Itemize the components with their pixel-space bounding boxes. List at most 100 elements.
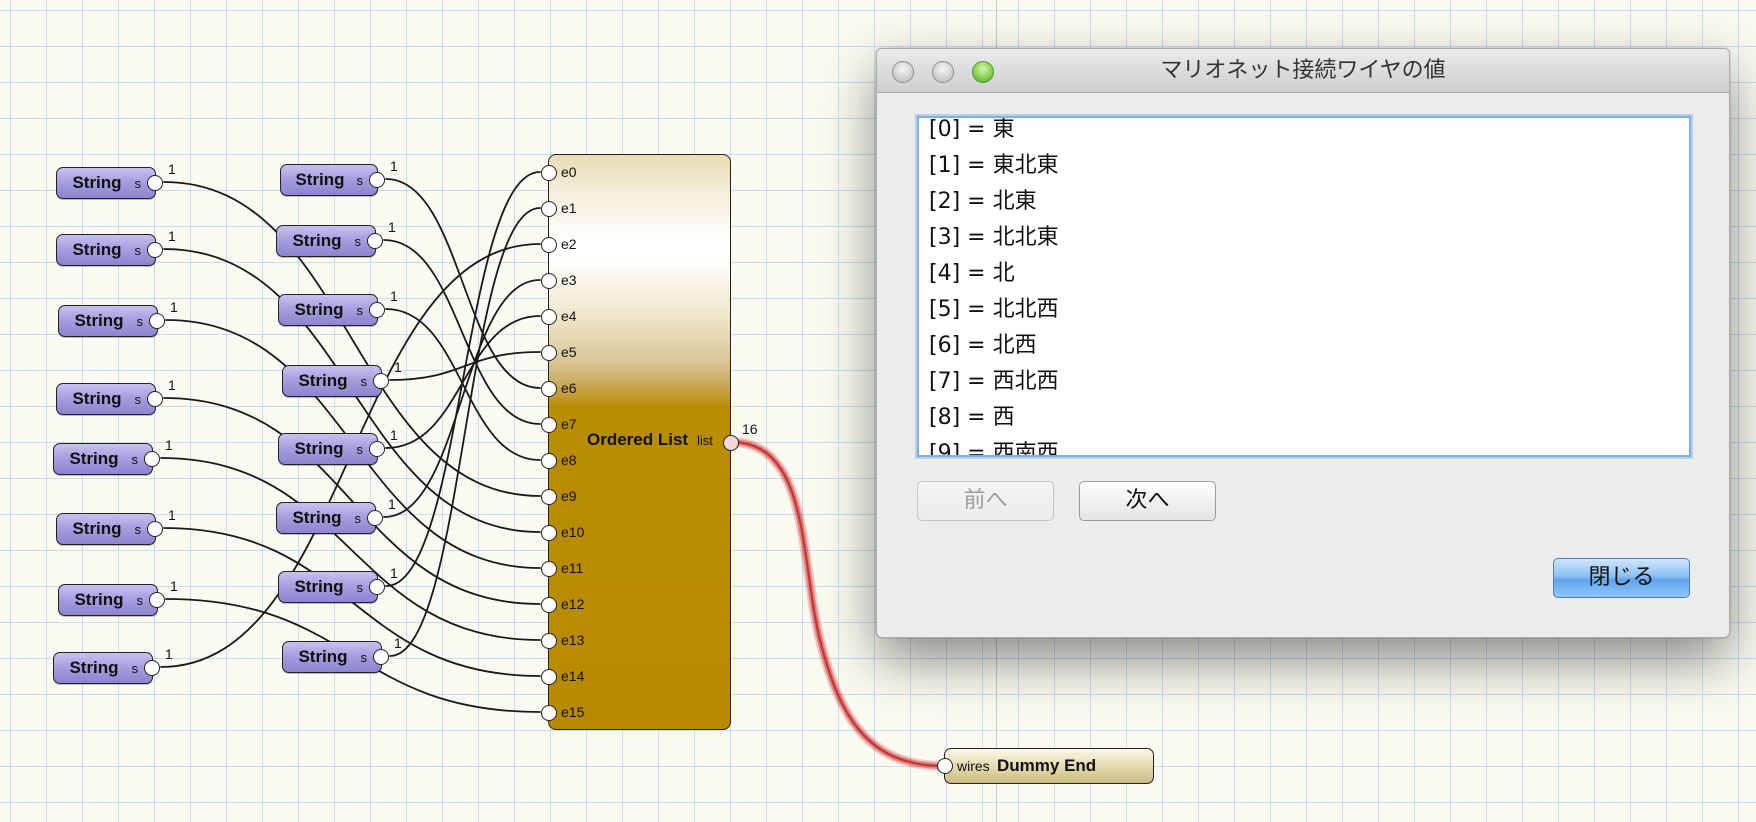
string-node[interactable]: String s: [282, 365, 389, 397]
string-node-port-label: s: [360, 374, 368, 389]
string-node-label: String: [292, 508, 342, 527]
list-item[interactable]: [2] = 北東: [929, 187, 1037, 217]
string-node[interactable]: String s: [276, 225, 383, 257]
list-item[interactable]: [8] = 西: [929, 403, 1015, 433]
input-label-e3: e3: [561, 272, 577, 288]
dialog-titlebar[interactable]: マリオネット接続ワイヤの値: [877, 49, 1729, 93]
string-node[interactable]: String s: [276, 502, 383, 534]
input-label-e2: e2: [561, 236, 577, 252]
string-node-label: String: [72, 389, 122, 408]
input-port-e12[interactable]: [541, 597, 557, 613]
string-node-output-port[interactable]: [144, 660, 160, 676]
string-node-output-port[interactable]: [144, 451, 160, 467]
wire: [385, 178, 541, 389]
input-label-e15: e15: [561, 704, 585, 720]
string-node-port-label: s: [354, 511, 362, 526]
dummy-end-node[interactable]: wires Dummy End: [937, 748, 1154, 784]
string-node-port-label: s: [134, 243, 142, 258]
string-node[interactable]: String s: [278, 294, 385, 326]
string-node[interactable]: String s: [56, 234, 163, 266]
string-node[interactable]: String s: [56, 513, 163, 545]
string-node-label: String: [294, 577, 344, 596]
next-button[interactable]: 次へ: [1079, 481, 1216, 521]
input-port-e4[interactable]: [541, 309, 557, 325]
wire: [389, 207, 541, 657]
string-node-port-label: s: [136, 314, 144, 329]
string-node-port-label: s: [134, 392, 142, 407]
string-node-output-port[interactable]: [147, 391, 163, 407]
list-item[interactable]: [7] = 西北西: [929, 367, 1059, 397]
list-item[interactable]: [9] = 西南西: [929, 439, 1059, 455]
input-port-e0[interactable]: [541, 165, 557, 181]
string-node-output-port[interactable]: [147, 242, 163, 258]
input-port-e3[interactable]: [541, 273, 557, 289]
string-node-port-label: s: [356, 442, 364, 457]
input-label-e8: e8: [561, 452, 577, 468]
input-port-e7[interactable]: [541, 417, 557, 433]
string-node-output-port[interactable]: [147, 175, 163, 191]
string-node[interactable]: String s: [278, 433, 385, 465]
input-port-e1[interactable]: [541, 201, 557, 217]
string-node-output-count: 1: [390, 565, 398, 581]
ordered-list-node[interactable]: e0 e1 e2 e3 e4 e5 e6 e7 e8 e9 e10 e11 e12 e13 e14 e15 O…: [541, 154, 739, 730]
string-node-output-port[interactable]: [149, 592, 165, 608]
input-label-e4: e4: [561, 308, 577, 324]
list-item[interactable]: [4] = 北: [929, 259, 1015, 289]
input-label-e11: e11: [561, 560, 584, 576]
input-port-e14[interactable]: [541, 669, 557, 685]
string-node[interactable]: String s: [58, 584, 165, 616]
input-port-e2[interactable]: [541, 237, 557, 253]
input-port-e9[interactable]: [541, 489, 557, 505]
string-node-output-port[interactable]: [369, 441, 385, 457]
string-node-label: String: [72, 173, 122, 192]
string-node-output-port[interactable]: [369, 172, 385, 188]
string-node-output-port[interactable]: [373, 649, 389, 665]
string-node[interactable]: String s: [53, 443, 160, 475]
list-item[interactable]: [1] = 東北東: [929, 151, 1059, 181]
string-node-output-port[interactable]: [367, 233, 383, 249]
string-node[interactable]: String s: [58, 305, 165, 337]
list-item[interactable]: [6] = 北西: [929, 331, 1037, 361]
string-node-output-port[interactable]: [369, 579, 385, 595]
string-node[interactable]: String s: [282, 641, 389, 673]
string-node-port-label: s: [131, 661, 139, 676]
string-node-output-port[interactable]: [147, 521, 163, 537]
list-item[interactable]: [5] = 北北西: [929, 295, 1059, 325]
wire: [385, 308, 541, 461]
input-label-e0: e0: [561, 164, 577, 180]
string-node-output-count: 1: [165, 437, 173, 453]
input-port-e8[interactable]: [541, 453, 557, 469]
previous-button[interactable]: 前へ: [917, 481, 1054, 521]
dialog-title: マリオネット接続ワイヤの値: [1160, 58, 1446, 83]
input-label-e6: e6: [561, 380, 577, 396]
string-node-output-count: 1: [165, 646, 173, 662]
string-node[interactable]: String s: [280, 164, 385, 196]
string-node-port-label: s: [360, 650, 368, 665]
input-port-e13[interactable]: [541, 633, 557, 649]
string-node[interactable]: String s: [53, 652, 160, 684]
string-node-port-label: s: [134, 522, 142, 537]
string-node-output-port[interactable]: [149, 313, 165, 329]
string-node-label: String: [69, 658, 119, 677]
input-label-e12: e12: [561, 596, 585, 612]
list-item[interactable]: [0] = 東: [929, 118, 1015, 145]
string-node[interactable]: String s: [278, 571, 385, 603]
dummy-end-input-port[interactable]: [937, 758, 953, 774]
string-node-label: String: [72, 240, 122, 259]
string-node-output-count: 1: [390, 158, 398, 174]
list-item[interactable]: [3] = 北北東: [929, 223, 1059, 253]
close-button[interactable]: 閉じる: [1553, 558, 1690, 598]
string-node[interactable]: String s: [56, 383, 163, 415]
input-port-e6[interactable]: [541, 381, 557, 397]
input-port-e11[interactable]: [541, 561, 557, 577]
ordered-list-output-port[interactable]: [723, 435, 739, 451]
string-node-output-port[interactable]: [373, 373, 389, 389]
input-port-e5[interactable]: [541, 345, 557, 361]
string-node[interactable]: String s: [56, 167, 163, 199]
wire-values-list[interactable]: [0] = 東 [1] = 東北東 [2] = 北東 [3] = 北北東 [4] = 北…: [917, 116, 1691, 457]
string-node-output-port[interactable]: [369, 302, 385, 318]
string-node-output-count: 1: [170, 578, 178, 594]
input-port-e10[interactable]: [541, 525, 557, 541]
string-node-output-port[interactable]: [367, 510, 383, 526]
input-port-e15[interactable]: [541, 705, 557, 721]
